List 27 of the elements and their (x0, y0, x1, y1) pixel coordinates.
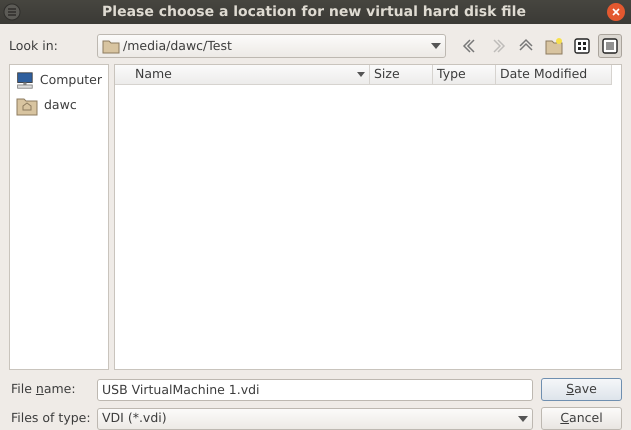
file-name-label: File name: (11, 380, 77, 398)
column-header[interactable]: Type (433, 65, 496, 84)
look-in-dropdown[interactable]: /media/dawc/Test (97, 34, 446, 58)
save-button[interactable]: Save (541, 378, 622, 401)
sidebar-item[interactable]: dawc (10, 93, 108, 118)
list-view-icon (601, 37, 619, 55)
cancel-button[interactable]: Cancel (541, 407, 622, 430)
grid-view-icon (573, 37, 591, 55)
file-type-dropdown[interactable]: VDI (*.vdi) (97, 408, 533, 430)
caret-icon (431, 43, 441, 49)
column-header[interactable]: Size (370, 65, 433, 84)
menu-icon[interactable] (3, 3, 21, 21)
file-name-field[interactable]: USB VirtualMachine 1.vdi (97, 378, 533, 400)
window-title: Please choose a location for new virtual hard disk file (101, 2, 527, 22)
new-folder-icon (545, 37, 563, 55)
close-button[interactable] (607, 3, 625, 21)
folder-icon (102, 38, 120, 54)
sort-icon (357, 72, 365, 77)
close-icon (612, 8, 620, 16)
column-header[interactable]: Date Modified (496, 65, 612, 84)
column-header[interactable]: Name (115, 65, 370, 84)
detail-view-button[interactable] (598, 34, 622, 58)
file-type-label: Files of type: (11, 409, 91, 428)
computer-icon (16, 70, 34, 91)
caret-icon (518, 416, 528, 422)
look-in-label: Look in: (9, 36, 59, 55)
sidebar-item[interactable]: Computer (10, 68, 108, 93)
